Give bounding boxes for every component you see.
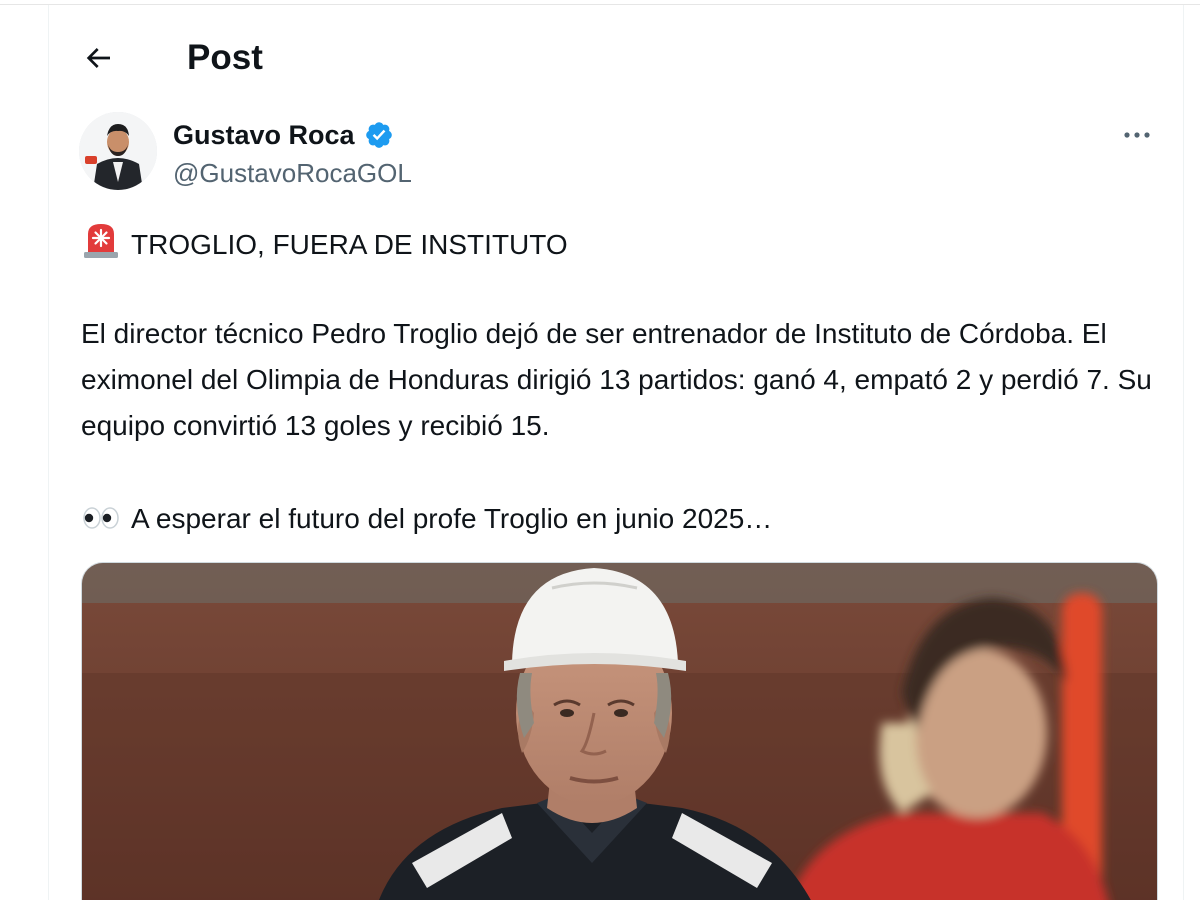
eyes-emoji-icon [81,498,121,548]
post-detail-column: Post Gustavo Roca @GustavoRocaGOL TROGLI… [48,5,1184,900]
post-headline-line: TROGLIO, FUERA DE INSTITUTO [81,220,1161,274]
police-light-emoji-icon [81,220,121,274]
post-closing: A esperar el futuro del profe Troglio en… [131,503,773,534]
verified-badge-icon[interactable] [364,120,394,150]
arrow-left-icon [86,48,110,68]
more-options-button[interactable] [1115,115,1159,155]
back-button[interactable] [75,35,121,81]
post-body: El director técnico Pedro Troglio dejó d… [81,318,1152,441]
post-media-photo[interactable] [81,562,1158,900]
more-dots-icon [1124,132,1150,138]
post-photo [82,563,1157,900]
post-closing-line: A esperar el futuro del profe Troglio en… [81,496,1161,548]
post-headline: TROGLIO, FUERA DE INSTITUTO [131,229,568,260]
author-handle[interactable]: @GustavoRocaGOL [173,156,412,190]
author-display-name[interactable]: Gustavo Roca [173,120,355,151]
author-name-row: Gustavo Roca [173,115,394,155]
avatar[interactable] [79,112,157,190]
page-title: Post [187,38,263,77]
page: Post Gustavo Roca @GustavoRocaGOL TROGLI… [0,0,1200,900]
post-header: Post [49,5,1183,105]
profile-photo [79,112,157,190]
